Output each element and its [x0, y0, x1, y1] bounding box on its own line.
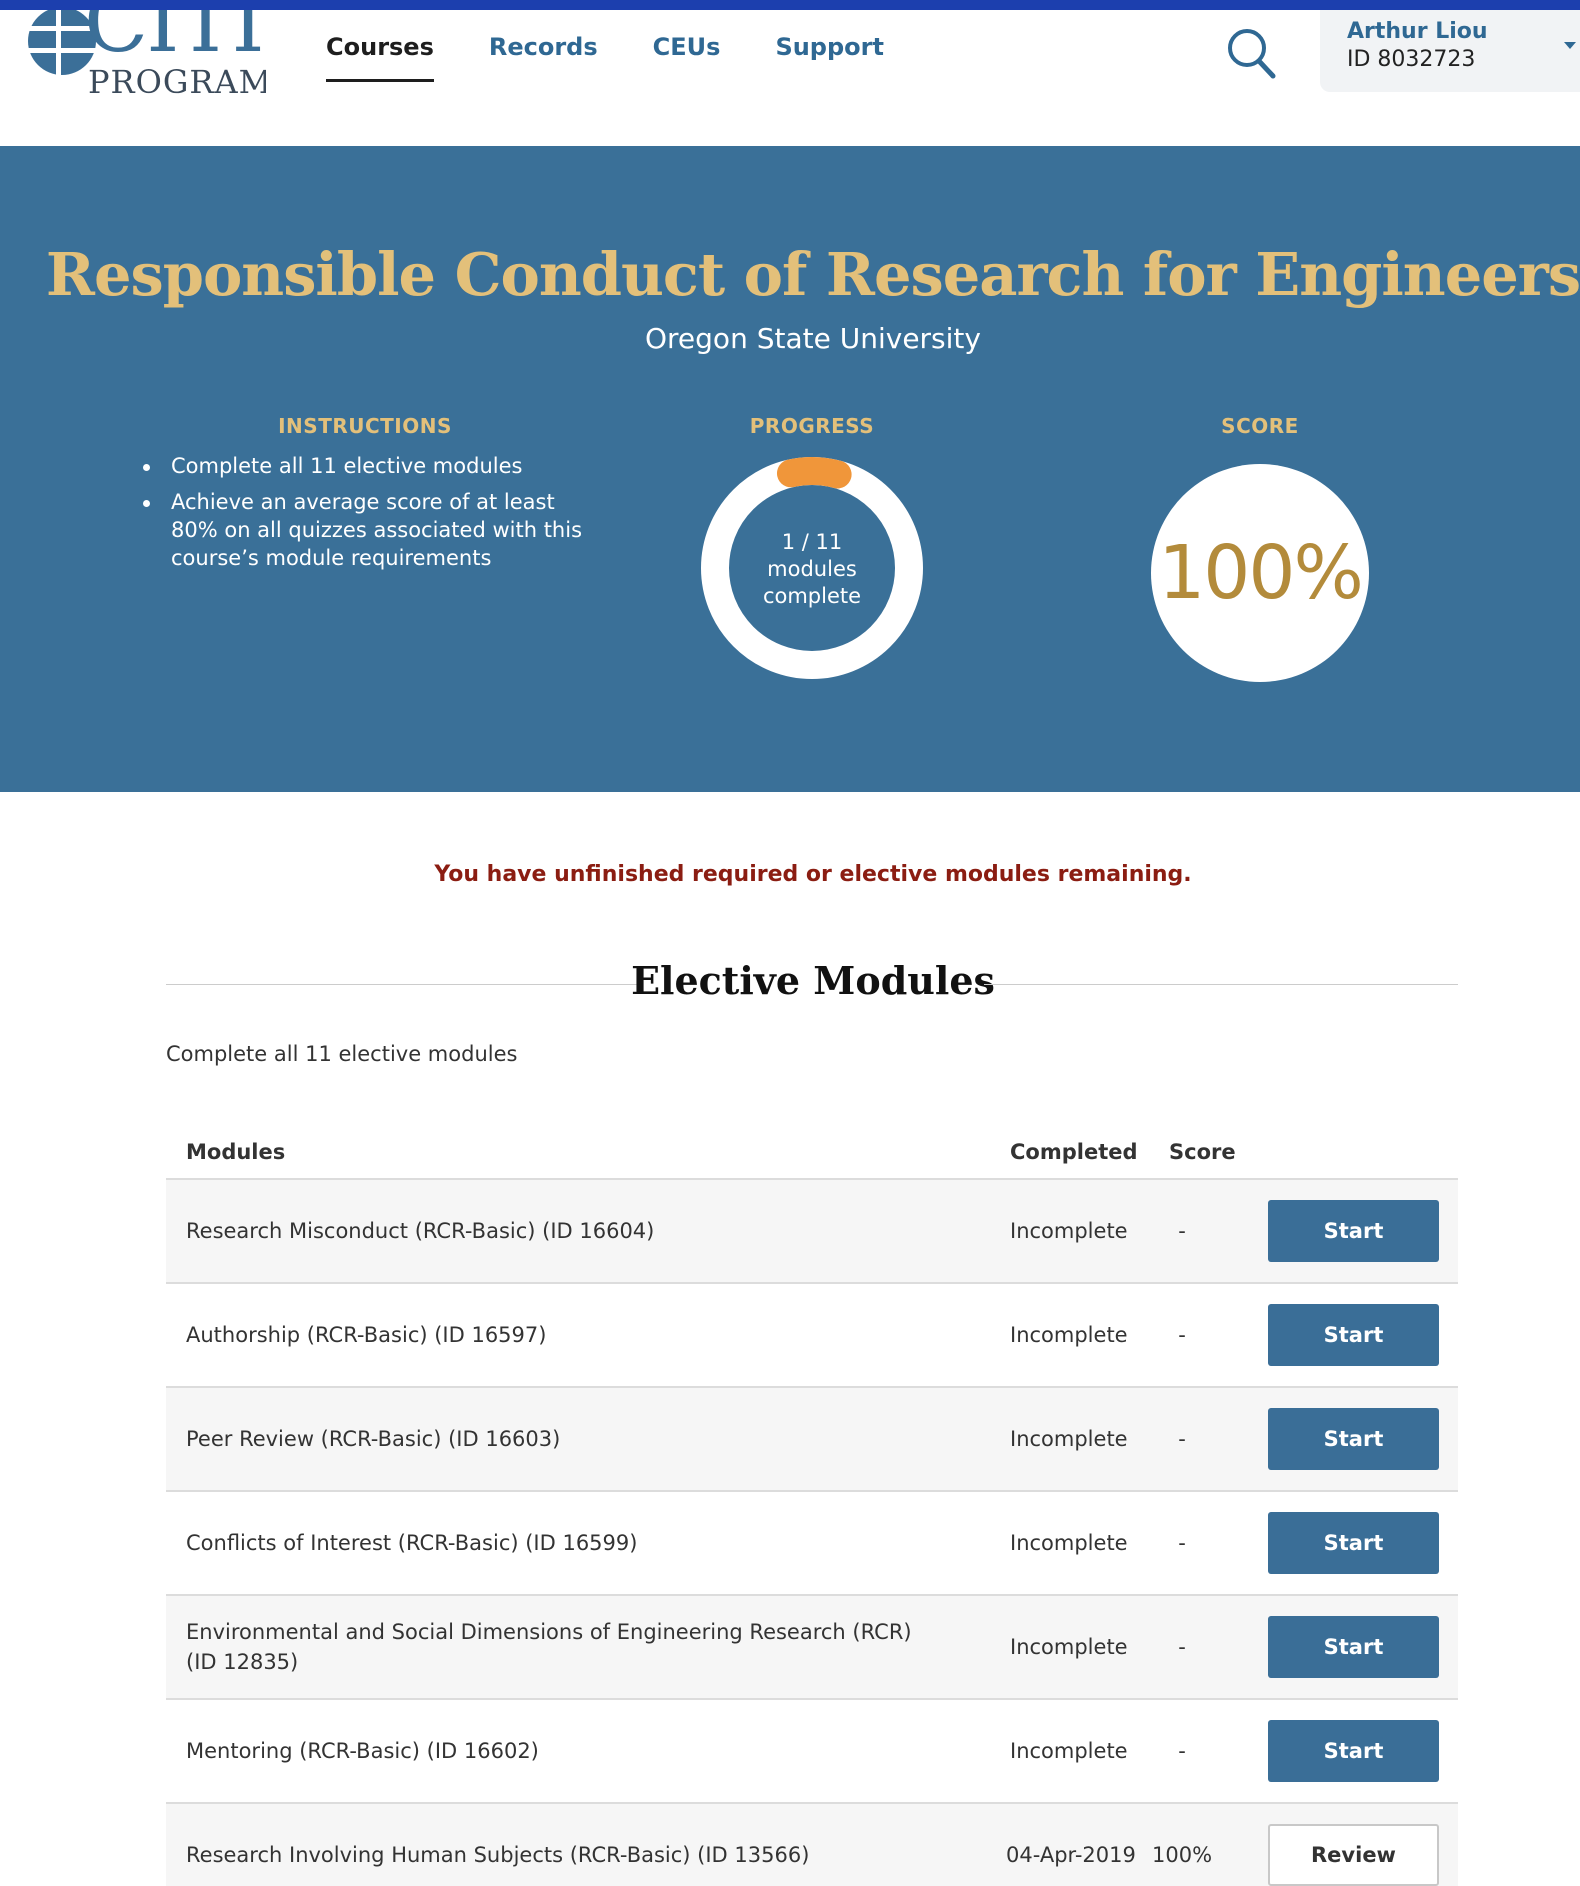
modules-table: Modules Completed Score Research Miscond…	[166, 1128, 1458, 1886]
module-score: 100%	[1151, 1843, 1213, 1867]
user-name: Arthur Liou	[1347, 19, 1488, 44]
search-icon	[1228, 29, 1276, 79]
module-score: -	[1178, 1739, 1186, 1763]
module-name: Environmental and Social Dimensions of E…	[186, 1620, 912, 1674]
top-accent-strip	[0, 0, 1580, 10]
section-divider	[984, 984, 1458, 985]
user-menu[interactable]: Arthur Liou ID 8032723	[1320, 10, 1580, 92]
module-name: Mentoring (RCR-Basic) (ID 16602)	[186, 1739, 539, 1763]
logo-subtitle: PROGRAM	[88, 63, 266, 101]
table-row: Authorship (RCR-Basic) (ID 16597) Incomp…	[166, 1284, 1458, 1388]
score-circle: 100%	[1151, 464, 1369, 682]
module-completed: Incomplete	[1010, 1427, 1128, 1451]
column-header-modules: Modules	[186, 1140, 286, 1164]
column-header-score: Score	[1169, 1140, 1236, 1164]
module-score: -	[1178, 1427, 1186, 1451]
instructions-heading: INSTRUCTIONS	[278, 414, 452, 438]
progress-status: complete	[762, 584, 862, 608]
start-button[interactable]: Start	[1268, 1720, 1439, 1782]
table-row: Peer Review (RCR-Basic) (ID 16603) Incom…	[166, 1388, 1458, 1492]
module-name: Research Involving Human Subjects (RCR-B…	[186, 1843, 810, 1867]
module-score: -	[1178, 1323, 1186, 1347]
module-name: Peer Review (RCR-Basic) (ID 16603)	[186, 1427, 561, 1451]
unfinished-warning: You have unfinished required or elective…	[434, 862, 1192, 887]
chevron-down-icon	[1564, 42, 1576, 49]
nav-support[interactable]: Support	[775, 32, 884, 82]
progress-arc	[776, 457, 852, 489]
module-score: -	[1178, 1635, 1186, 1659]
module-completed: Incomplete	[1010, 1531, 1128, 1555]
module-name: Authorship (RCR-Basic) (ID 16597)	[186, 1323, 547, 1347]
start-button[interactable]: Start	[1268, 1512, 1439, 1574]
section-description: Complete all 11 elective modules	[166, 1042, 518, 1066]
review-button[interactable]: Review	[1268, 1824, 1439, 1886]
progress-heading: PROGRESS	[749, 414, 875, 438]
start-button[interactable]: Start	[1268, 1616, 1439, 1678]
start-button[interactable]: Start	[1268, 1408, 1439, 1470]
module-score: -	[1178, 1531, 1186, 1555]
progress-label: 1 / 11 modules complete	[700, 529, 924, 610]
column-header-completed: Completed	[1010, 1140, 1138, 1164]
instructions-list: Complete all 11 elective modules Achieve…	[140, 452, 590, 580]
table-row: Research Involving Human Subjects (RCR-B…	[166, 1804, 1458, 1886]
module-completed: 04-Apr-2019	[1006, 1843, 1136, 1867]
logo-wordmark: CITI	[84, 10, 265, 71]
institution-name: Oregon State University	[645, 322, 981, 355]
main-nav: Courses Records CEUs Support	[326, 32, 939, 82]
instruction-item: Complete all 11 elective modules	[140, 452, 590, 480]
instruction-item: Achieve an average score of at least 80%…	[140, 488, 590, 572]
table-row: Research Misconduct (RCR-Basic) (ID 1660…	[166, 1180, 1458, 1284]
nav-ceus[interactable]: CEUs	[653, 32, 721, 82]
score-heading: SCORE	[1221, 414, 1299, 438]
table-row: Conflicts of Interest (RCR-Basic) (ID 16…	[166, 1492, 1458, 1596]
section-title: Elective Modules	[631, 958, 995, 1003]
site-header: CITI PROGRAM Courses Records CEUs Suppor…	[0, 10, 1580, 146]
module-completed: Incomplete	[1010, 1739, 1128, 1763]
search-button[interactable]	[1225, 26, 1279, 82]
start-button[interactable]: Start	[1268, 1304, 1439, 1366]
citi-program-logo[interactable]: CITI PROGRAM	[26, 10, 266, 110]
module-completed: Incomplete	[1010, 1323, 1128, 1347]
progress-count: 1 / 11	[781, 530, 843, 554]
module-name: Conflicts of Interest (RCR-Basic) (ID 16…	[186, 1531, 638, 1555]
table-row: Mentoring (RCR-Basic) (ID 16602) Incompl…	[166, 1700, 1458, 1804]
user-id: ID 8032723	[1347, 47, 1476, 72]
module-name: Research Misconduct (RCR-Basic) (ID 1660…	[186, 1219, 655, 1243]
progress-unit: modules	[767, 557, 857, 581]
module-score: -	[1178, 1219, 1186, 1243]
table-row: Environmental and Social Dimensions of E…	[166, 1596, 1458, 1700]
score-value: 100%	[1158, 530, 1364, 616]
course-title: Responsible Conduct of Research for Engi…	[45, 240, 1580, 309]
table-header: Modules Completed Score	[166, 1128, 1458, 1180]
module-completed: Incomplete	[1010, 1219, 1128, 1243]
nav-records[interactable]: Records	[489, 32, 598, 82]
start-button[interactable]: Start	[1268, 1200, 1439, 1262]
course-hero: Responsible Conduct of Research for Engi…	[0, 146, 1580, 792]
nav-courses[interactable]: Courses	[326, 32, 434, 82]
module-completed: Incomplete	[1010, 1635, 1128, 1659]
